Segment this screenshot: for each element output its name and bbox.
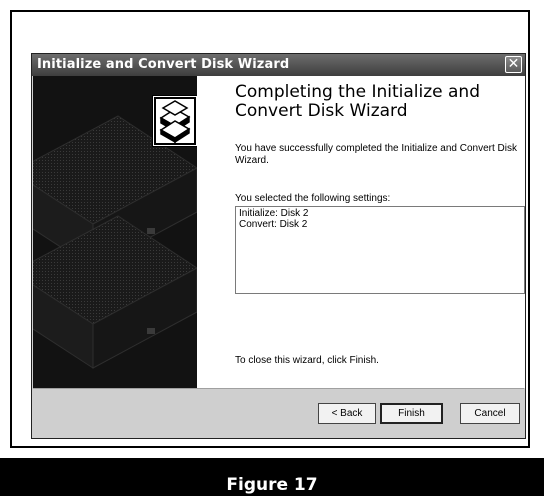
close-icon[interactable]: ✕: [505, 56, 522, 73]
wizard-side-panel: [33, 76, 197, 388]
finish-button[interactable]: Finish: [380, 403, 443, 424]
intro-text: You have successfully completed the Init…: [235, 143, 518, 166]
window-title: Initialize and Convert Disk Wizard: [37, 57, 290, 72]
list-item: Initialize: Disk 2: [239, 208, 309, 219]
divider: [33, 388, 524, 389]
figure-caption: Figure 17: [226, 475, 318, 495]
page-title: Completing the Initialize and Convert Di…: [235, 82, 480, 121]
settings-label: You selected the following settings:: [235, 193, 391, 204]
close-instruction: To close this wizard, click Finish.: [235, 355, 379, 366]
cancel-button[interactable]: Cancel: [460, 403, 520, 424]
figure-caption-bar: Figure 17: [0, 458, 544, 496]
settings-list[interactable]: Initialize: Disk 2 Convert: Disk 2: [235, 206, 525, 294]
title-bar[interactable]: Initialize and Convert Disk Wizard ✕: [32, 54, 525, 76]
wizard-content: Completing the Initialize and Convert Di…: [197, 76, 525, 388]
disk-stack-icon: [152, 95, 197, 147]
list-item: Convert: Disk 2: [239, 219, 308, 230]
back-button[interactable]: < Back: [318, 403, 376, 424]
wizard-window: Initialize and Convert Disk Wizard ✕ Com…: [31, 53, 526, 439]
